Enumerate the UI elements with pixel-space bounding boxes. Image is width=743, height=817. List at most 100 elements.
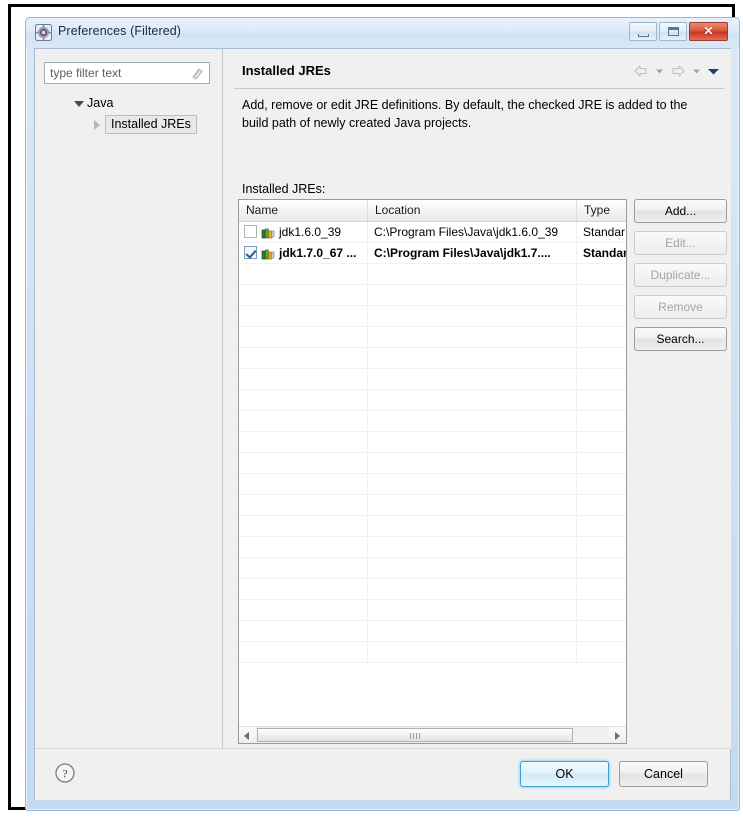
table-empty-row — [239, 411, 626, 432]
row-checkbox[interactable] — [244, 246, 257, 259]
column-divider — [576, 327, 577, 348]
title-separator — [234, 88, 724, 89]
column-divider — [576, 432, 577, 453]
column-divider — [576, 411, 577, 432]
table-empty-row — [239, 558, 626, 579]
column-divider — [576, 348, 577, 369]
scrollbar-thumb[interactable] — [257, 728, 573, 742]
column-divider — [576, 642, 577, 663]
table-header-row: Name Location Type — [239, 200, 626, 222]
scroll-right-triangle — [615, 732, 620, 740]
column-divider — [576, 390, 577, 411]
column-divider — [576, 285, 577, 306]
column-divider — [367, 579, 368, 600]
expand-triangle-open-icon[interactable] — [73, 93, 85, 114]
table-empty-row — [239, 432, 626, 453]
scroll-thumb-grip — [410, 733, 420, 739]
column-divider — [576, 579, 577, 600]
table-horizontal-scrollbar[interactable] — [239, 726, 626, 743]
column-header-location[interactable]: Location — [368, 200, 577, 221]
tree-item-java[interactable]: Java — [35, 93, 221, 114]
table-empty-row — [239, 390, 626, 411]
edit-button[interactable]: Edit... — [634, 231, 727, 255]
expand-triangle-closed-icon[interactable] — [91, 114, 103, 135]
back-arrow-icon[interactable] — [632, 62, 650, 80]
column-divider — [576, 264, 577, 285]
table-empty-row — [239, 495, 626, 516]
column-divider — [576, 495, 577, 516]
table-empty-row — [239, 621, 626, 642]
forward-dropdown-icon[interactable] — [690, 62, 703, 80]
column-divider — [576, 516, 577, 537]
column-divider — [367, 390, 368, 411]
column-divider — [367, 495, 368, 516]
table-empty-row — [239, 285, 626, 306]
view-menu-icon[interactable] — [706, 62, 719, 80]
column-divider — [367, 453, 368, 474]
duplicate-button[interactable]: Duplicate... — [634, 263, 727, 287]
cell-name: jdk1.7.0_67 ... — [239, 243, 368, 263]
scroll-left-triangle — [244, 732, 249, 740]
column-header-name[interactable]: Name — [239, 200, 368, 221]
cancel-button[interactable]: Cancel — [619, 761, 708, 787]
image-border: Preferences (Filtered) ✕ type filter tex… — [8, 4, 740, 811]
dialog-client-area: type filter text Java Installed JREs Ins… — [34, 48, 731, 800]
forward-arrow-icon[interactable] — [669, 62, 687, 80]
column-divider — [367, 411, 368, 432]
scroll-right-icon[interactable] — [609, 727, 626, 743]
table-empty-row — [239, 516, 626, 537]
column-divider — [367, 537, 368, 558]
window-title: Preferences (Filtered) — [58, 24, 182, 38]
tree-item-installed-jres[interactable]: Installed JREs — [35, 114, 221, 135]
preferences-tree-pane: type filter text Java Installed JREs — [35, 49, 223, 749]
column-divider — [367, 432, 368, 453]
page-description: Add, remove or edit JRE definitions. By … — [242, 98, 688, 130]
table-body: jdk1.6.0_39 C:\Program Files\Java\jdk1.6… — [239, 222, 626, 663]
column-divider — [576, 537, 577, 558]
clear-filter-icon[interactable] — [190, 66, 205, 81]
column-divider — [576, 306, 577, 327]
column-divider — [576, 621, 577, 642]
ok-button[interactable]: OK — [520, 761, 609, 787]
add-button[interactable]: Add... — [634, 199, 727, 223]
jre-library-icon — [261, 247, 275, 260]
remove-button[interactable]: Remove — [634, 295, 727, 319]
table-empty-row — [239, 369, 626, 390]
column-divider — [367, 600, 368, 621]
back-dropdown-icon[interactable] — [653, 62, 666, 80]
close-button[interactable]: ✕ — [689, 22, 728, 41]
row-checkbox[interactable] — [244, 225, 257, 238]
search-button[interactable]: Search... — [634, 327, 727, 351]
column-divider — [367, 264, 368, 285]
maximize-icon — [668, 27, 679, 36]
filter-placeholder-text: type filter text — [50, 66, 122, 80]
cell-location: C:\Program Files\Java\jdk1.6.0_39 — [374, 225, 559, 239]
table-empty-row — [239, 537, 626, 558]
filter-textbox[interactable]: type filter text — [44, 62, 210, 84]
column-divider — [576, 558, 577, 579]
preferences-gear-icon — [35, 24, 52, 41]
cell-name-text: jdk1.7.0_67 ... — [279, 246, 357, 260]
table-row[interactable]: jdk1.7.0_67 ... C:\Program Files\Java\jd… — [239, 243, 626, 264]
title-bar: Preferences (Filtered) ✕ — [26, 18, 739, 48]
column-divider — [367, 369, 368, 390]
minimize-button[interactable] — [629, 22, 657, 41]
page-navigation-toolbar — [632, 61, 719, 81]
scroll-left-icon[interactable] — [239, 727, 256, 743]
installed-jres-list-label: Installed JREs: — [242, 182, 326, 196]
maximize-button[interactable] — [659, 22, 687, 41]
cell-type: Standar — [583, 225, 626, 239]
help-question-icon[interactable]: ? — [54, 762, 76, 784]
table-empty-row — [239, 327, 626, 348]
column-header-type[interactable]: Type — [577, 200, 626, 221]
jre-action-buttons: Add... Edit... Duplicate... Remove Searc… — [634, 199, 727, 359]
column-divider — [576, 474, 577, 495]
table-row[interactable]: jdk1.6.0_39 C:\Program Files\Java\jdk1.6… — [239, 222, 626, 243]
installed-jres-page: Installed JREs Add, remove or edit JRE d… — [224, 49, 731, 749]
jre-library-icon — [261, 226, 275, 239]
cell-name-text: jdk1.6.0_39 — [279, 225, 342, 239]
cell-name: jdk1.6.0_39 — [239, 222, 368, 242]
tree-item-java-label: Java — [87, 96, 114, 110]
column-divider — [367, 474, 368, 495]
table-empty-row — [239, 579, 626, 600]
